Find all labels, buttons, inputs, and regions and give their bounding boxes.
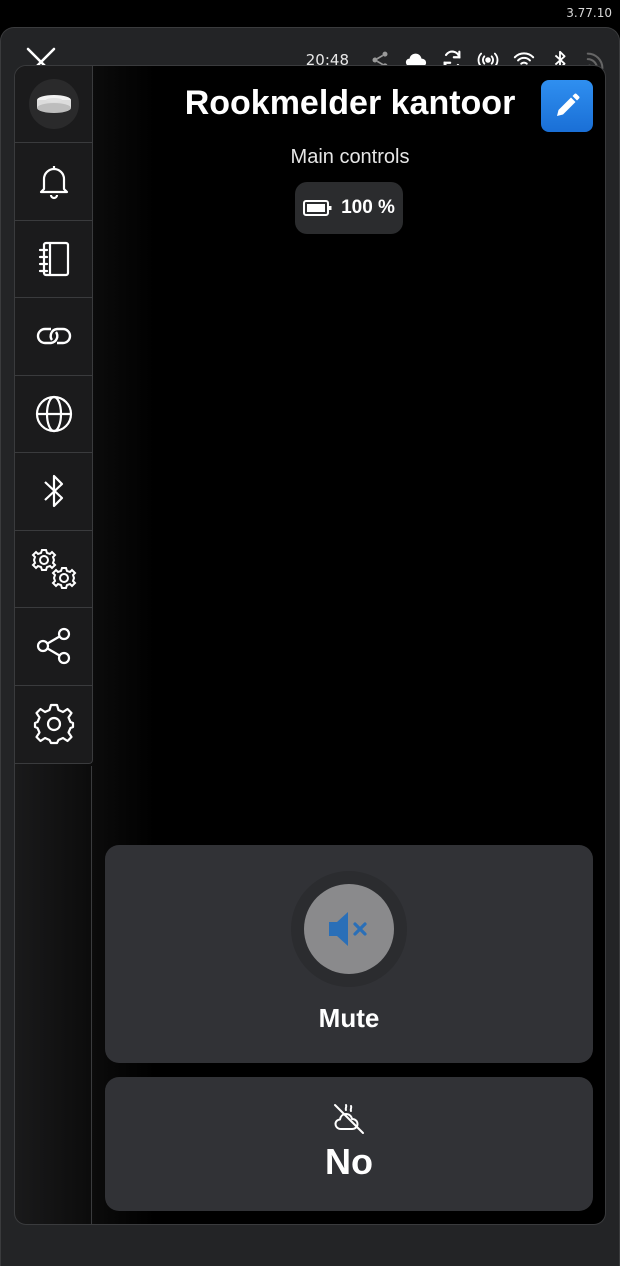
sidebar-item-network[interactable] [15, 376, 92, 453]
smoke-detector-icon [28, 79, 79, 129]
divider [91, 766, 92, 1224]
bluetooth-icon [43, 475, 63, 508]
sidebar-item-notifications[interactable] [15, 143, 92, 221]
device-thumbnail[interactable] [15, 66, 92, 143]
sidebar-item-settings[interactable] [15, 686, 92, 764]
bell-icon [39, 166, 68, 200]
gear-icon [33, 704, 74, 745]
battery-icon [303, 200, 332, 216]
link-icon [36, 328, 71, 345]
mute-button[interactable]: Mute [105, 845, 593, 1063]
sidebar-item-advanced-settings[interactable] [15, 531, 92, 608]
app-version: 3.77.10 [566, 6, 612, 20]
gears-icon [31, 548, 76, 589]
smoke-status-card[interactable]: No [105, 1077, 593, 1211]
share-icon [36, 628, 70, 665]
sidebar-item-logbook[interactable] [15, 221, 92, 298]
mute-label: Mute [318, 1003, 380, 1033]
pencil-icon [557, 93, 580, 116]
battery-level: 100 % [341, 197, 395, 218]
edit-button[interactable] [541, 80, 593, 132]
battery-badge: 100 % [295, 182, 403, 234]
globe-icon [35, 395, 72, 432]
no-smoke-icon [331, 1101, 367, 1137]
notebook-icon [38, 241, 69, 276]
device-panel: Rookmelder kantoor Main controls 100 % M… [14, 65, 606, 1225]
sidebar [15, 66, 93, 764]
mute-toggle[interactable] [291, 871, 407, 987]
speaker-mute-icon [329, 912, 367, 946]
smoke-status-value: No [325, 1141, 373, 1182]
page-subtitle: Main controls [290, 146, 410, 168]
sidebar-item-bluetooth[interactable] [15, 453, 92, 531]
sidebar-item-links[interactable] [15, 298, 92, 376]
device-title: Rookmelder kantoor [184, 84, 516, 122]
sidebar-item-share[interactable] [15, 608, 92, 686]
